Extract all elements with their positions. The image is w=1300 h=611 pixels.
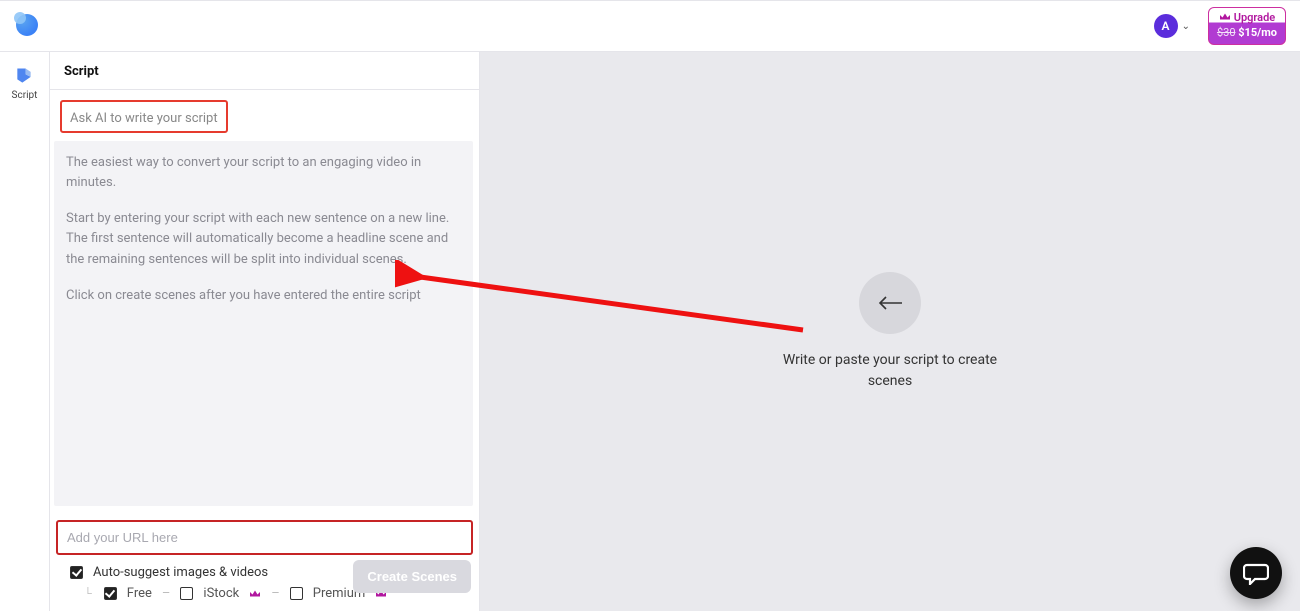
canvas-hint: Write or paste your script to create sce… (770, 350, 1010, 391)
placeholder-p1: The easiest way to convert your script t… (66, 153, 461, 193)
script-textarea[interactable]: The easiest way to convert your script t… (54, 141, 473, 506)
arrow-left-circle-icon (859, 272, 921, 334)
sidenav-item-script[interactable]: Script (12, 66, 38, 101)
main: Script Script Ask AI to write your scrip… (0, 52, 1300, 611)
chat-support-button[interactable] (1230, 547, 1282, 599)
istock-checkbox[interactable] (180, 587, 193, 600)
crown-icon (1219, 12, 1231, 22)
avatar-letter: A (1162, 19, 1170, 33)
upgrade-old-price: $30 (1217, 26, 1236, 39)
upgrade-label: Upgrade (1234, 11, 1275, 24)
ask-ai-wrap: Ask AI to write your script (50, 90, 479, 141)
url-input[interactable] (59, 523, 470, 552)
premium-checkbox[interactable] (290, 587, 303, 600)
placeholder-p2: Start by entering your script with each … (66, 209, 461, 269)
avatar: A (1154, 14, 1178, 38)
upgrade-button[interactable]: Upgrade $30 $15/mo (1208, 7, 1286, 45)
auto-suggest-checkbox[interactable] (70, 566, 83, 579)
ask-ai-text: Ask AI to write your script (70, 111, 218, 126)
sidenav: Script (0, 52, 50, 611)
sidenav-label: Script (12, 90, 38, 101)
free-checkbox[interactable] (104, 587, 117, 600)
upgrade-new-price: $15/mo (1238, 26, 1277, 39)
top-bar: A ⌄ Upgrade $30 $15/mo (0, 0, 1300, 52)
url-input-wrap (56, 520, 473, 555)
upgrade-price-row: $30 $15/mo (1217, 26, 1277, 39)
create-scenes-label: Create Scenes (367, 569, 457, 584)
separator-icon: – (162, 586, 171, 601)
ask-ai-button[interactable]: Ask AI to write your script (60, 100, 228, 133)
tree-connector-icon: └ (84, 587, 92, 600)
arrow-left-icon (876, 293, 904, 313)
script-icon (14, 66, 34, 86)
istock-label: iStock (203, 586, 239, 601)
upgrade-top-row: Upgrade (1217, 11, 1277, 24)
auto-suggest-label: Auto-suggest images & videos (93, 565, 268, 580)
create-scenes-button[interactable]: Create Scenes (353, 560, 471, 593)
account-menu[interactable]: A ⌄ (1154, 14, 1190, 38)
create-scenes-wrap: Create Scenes (353, 560, 471, 593)
chat-icon (1243, 561, 1269, 585)
crown-icon (249, 589, 261, 599)
panel-header: Script (50, 52, 479, 90)
placeholder-p3: Click on create scenes after you have en… (66, 286, 461, 306)
preview-canvas: Write or paste your script to create sce… (480, 52, 1300, 611)
separator-icon: – (271, 586, 280, 601)
free-label: Free (127, 586, 152, 601)
panel-title: Script (64, 64, 465, 79)
chevron-down-icon: ⌄ (1182, 21, 1190, 32)
top-right-group: A ⌄ Upgrade $30 $15/mo (1154, 7, 1286, 45)
script-panel: Script Ask AI to write your script The e… (50, 52, 480, 611)
brand-logo[interactable] (16, 14, 40, 38)
